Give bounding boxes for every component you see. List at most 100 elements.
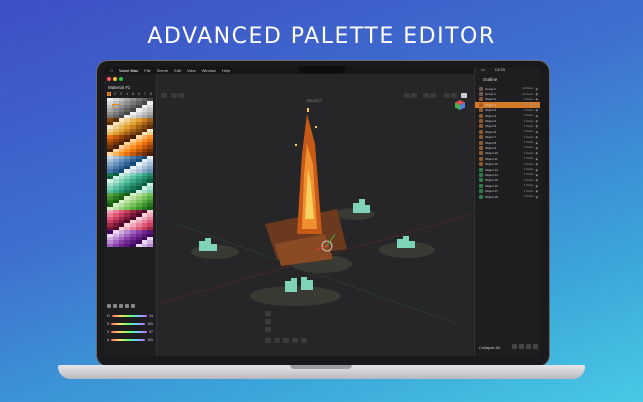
picker-slider[interactable]: [111, 331, 148, 333]
object-thumbnail: [479, 178, 483, 183]
menu-app[interactable]: Voxel Max: [119, 68, 138, 73]
visibility-icon[interactable]: ◉: [535, 92, 538, 96]
light-icon[interactable]: [430, 93, 436, 98]
view-mode-icon[interactable]: [404, 93, 410, 98]
move-icon[interactable]: [265, 338, 271, 343]
tool-2-icon[interactable]: [265, 319, 271, 324]
visibility-icon[interactable]: ◉: [535, 168, 538, 172]
add-object-icon[interactable]: [512, 344, 517, 349]
visibility-icon[interactable]: ◉: [535, 141, 538, 145]
snap-icon[interactable]: [292, 338, 298, 343]
tool-1-icon[interactable]: [265, 311, 271, 316]
picker-slider[interactable]: [111, 323, 146, 325]
arrow-down-icon[interactable]: [451, 93, 457, 98]
3d-viewport[interactable]: SELECT: [157, 74, 473, 356]
menu-file[interactable]: File: [144, 68, 150, 73]
orientation-cube-icon[interactable]: [455, 100, 465, 110]
laptop-base-notch: [290, 365, 352, 369]
minimize-button[interactable]: [113, 77, 117, 81]
picker-slider[interactable]: [111, 339, 146, 341]
palette-tab-2[interactable]: 2: [113, 92, 117, 96]
trash-icon[interactable]: [533, 344, 538, 349]
grid-icon[interactable]: [119, 304, 123, 308]
visibility-icon[interactable]: ◉: [535, 130, 538, 134]
palette-swatch[interactable]: [147, 243, 153, 248]
visibility-icon[interactable]: ◉: [535, 184, 538, 188]
duplicate-icon[interactable]: [519, 344, 524, 349]
object-voxel-count: 2 Voxels: [523, 184, 534, 188]
palette-tab-3[interactable]: 3: [119, 92, 123, 96]
object-thumbnail: [479, 92, 483, 97]
object-voxel-count: 2 Voxels: [523, 189, 534, 193]
palette-tab-6[interactable]: 6: [137, 92, 141, 96]
picker-value[interactable]: 97: [149, 330, 153, 334]
visibility-icon[interactable]: ◉: [535, 146, 538, 150]
menu-scene[interactable]: Scene: [157, 68, 168, 73]
eyedropper-icon[interactable]: [107, 304, 111, 308]
object-thumbnail: [479, 145, 483, 150]
object-voxel-count: 2 Voxels: [523, 151, 534, 155]
object-name: Group 1: [485, 92, 496, 97]
visibility-icon[interactable]: ◉: [535, 108, 538, 112]
arrow-up-icon[interactable]: [444, 93, 450, 98]
object-voxel-count: 2 Voxels: [523, 130, 534, 134]
visibility-icon[interactable]: ◉: [535, 119, 538, 123]
object-name: Object 11: [485, 156, 498, 161]
frame-icon[interactable]: [301, 338, 307, 343]
grid-toggle-icon[interactable]: [423, 93, 429, 98]
material-title[interactable]: Material #1: [108, 85, 130, 90]
visibility-icon[interactable]: ◉: [535, 173, 538, 177]
visibility-icon[interactable]: ◉: [535, 87, 538, 91]
menu-help[interactable]: Help: [222, 68, 230, 73]
tool-3-icon[interactable]: [265, 327, 271, 332]
object-voxel-count: 2 Voxels: [523, 146, 534, 150]
palette-panel: Material #1 12345678 H 24 S 100 V 97 A 100: [104, 74, 157, 356]
collapse-all-button[interactable]: Collapse All: [479, 345, 500, 350]
palette-tab-4[interactable]: 4: [125, 92, 129, 96]
menu-view[interactable]: View: [187, 68, 196, 73]
visibility-icon[interactable]: ◉: [535, 151, 538, 155]
scale-icon[interactable]: [283, 338, 289, 343]
folder-icon[interactable]: [526, 344, 531, 349]
select-mode-label[interactable]: SELECT: [307, 99, 322, 103]
swap-icon[interactable]: [113, 304, 117, 308]
render-mode-icon[interactable]: [411, 93, 417, 98]
rock-patches: [191, 208, 435, 306]
visibility-icon[interactable]: ◉: [535, 157, 538, 161]
wheel-icon[interactable]: [125, 304, 129, 308]
picker-slider[interactable]: [111, 315, 148, 317]
palette-tab-5[interactable]: 5: [131, 92, 135, 96]
outline-list: Group 2 All Voxels ◉ Group 1 All Voxels ◉ Obje…: [475, 86, 540, 199]
menu-edit[interactable]: Edit: [174, 68, 181, 73]
close-button[interactable]: [107, 77, 111, 81]
visibility-icon[interactable]: ◉: [535, 97, 538, 101]
undo-icon[interactable]: [171, 93, 177, 98]
visibility-icon[interactable]: ◉: [535, 114, 538, 118]
visibility-icon[interactable]: ◉: [535, 189, 538, 193]
visibility-icon[interactable]: ◉: [535, 178, 538, 182]
visibility-icon[interactable]: ◉: [535, 195, 538, 199]
zoom-button[interactable]: [119, 77, 123, 81]
visibility-icon[interactable]: ◉: [535, 124, 538, 128]
picker-value[interactable]: 24: [149, 314, 153, 318]
outline-row[interactable]: Object 18 2 Voxels ◉: [475, 194, 540, 199]
visibility-icon[interactable]: ◉: [535, 135, 538, 139]
object-voxel-count: All Voxels: [522, 87, 534, 91]
visibility-icon[interactable]: ◉: [535, 103, 538, 107]
picker-row-v: V 97: [107, 328, 153, 336]
hamburger-icon[interactable]: [161, 93, 167, 98]
picker-value[interactable]: 100: [147, 338, 153, 342]
menu-window[interactable]: Window: [202, 68, 216, 73]
palette-tab-8[interactable]: 8: [149, 92, 153, 96]
circle-icon[interactable]: [131, 304, 135, 308]
visibility-icon[interactable]: ◉: [535, 162, 538, 166]
palette-tab-7[interactable]: 7: [143, 92, 147, 96]
object-voxel-count: 2 Voxels: [523, 173, 534, 177]
object-thumbnail: [479, 172, 483, 177]
picker-value[interactable]: 100: [147, 322, 153, 326]
camera-icon[interactable]: [461, 93, 467, 98]
redo-icon[interactable]: [178, 93, 184, 98]
apple-icon[interactable]: : [110, 68, 113, 73]
palette-tab-1[interactable]: 1: [107, 92, 111, 96]
rotate-icon[interactable]: [274, 338, 280, 343]
